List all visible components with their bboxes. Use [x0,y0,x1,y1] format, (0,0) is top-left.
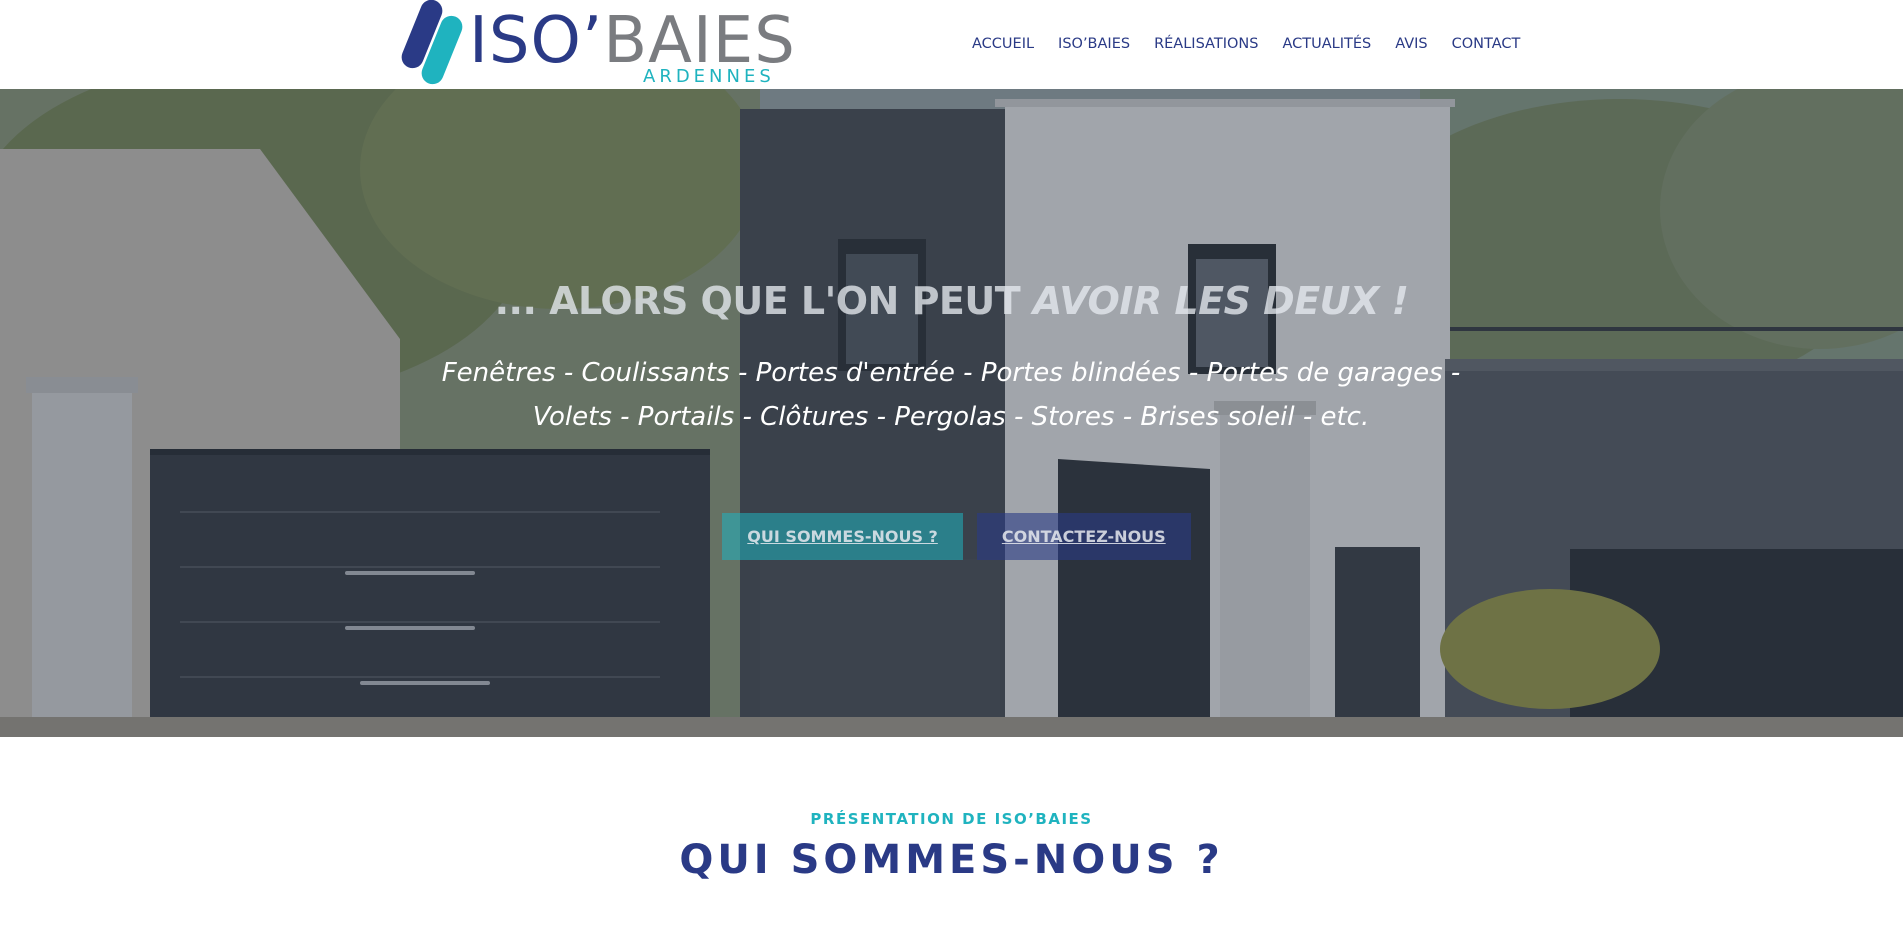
section-title: QUI SOMMES-NOUS ? [679,837,1224,883]
site-header: ISO’BAIES ARDENNES ACCUEIL ISO’BAIES RÉA… [0,0,1903,89]
hero-buttons: QUI SOMMES-NOUS ? CONTACTEZ-NOUS [0,513,1903,560]
hero-subtitle: Fenêtres - Coulissants - Portes d'entrée… [441,358,1461,432]
logo-iso: ISO’ [469,4,604,78]
contact-us-button[interactable]: CONTACTEZ-NOUS [976,513,1191,560]
nav-item-isobaies[interactable]: ISO’BAIES [1058,36,1130,52]
section-eyebrow: PRÉSENTATION DE ISO’BAIES [810,810,1093,828]
logo[interactable]: ISO’BAIES ARDENNES [397,0,795,87]
nav-item-realisations[interactable]: RÉALISATIONS [1154,36,1258,52]
nav-item-accueil[interactable]: ACCUEIL [972,36,1034,52]
hero-title: ... ALORS QUE L'ON PEUT AVOIR LES DEUX ! [0,279,1903,323]
nav-item-contact[interactable]: CONTACT [1452,36,1521,52]
nav-item-avis[interactable]: AVIS [1395,36,1427,52]
hero-title-part2: AVOIR LES DEUX ! [1032,279,1409,323]
nav-item-actualites[interactable]: ACTUALITÉS [1282,36,1371,52]
about-us-button[interactable]: QUI SOMMES-NOUS ? [722,513,963,560]
hero-title-part1: ... ALORS QUE L'ON PEUT [494,279,1033,323]
logo-subtitle: ARDENNES [643,66,775,87]
hero-banner: ... ALORS QUE L'ON PEUT AVOIR LES DEUX !… [0,89,1903,737]
logo-mark-icon [401,0,463,85]
main-nav: ACCUEIL ISO’BAIES RÉALISATIONS ACTUALITÉ… [972,30,1520,58]
presentation-section: PRÉSENTATION DE ISO’BAIES QUI SOMMES-NOU… [0,737,1903,944]
